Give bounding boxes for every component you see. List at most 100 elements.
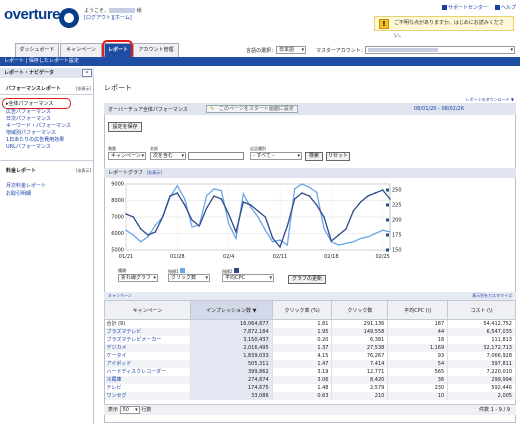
set-startpage-button[interactable]: ✎ このページをスタート画面に設定 [206, 105, 298, 113]
cell-avg-cpc: 1,169 [387, 343, 449, 352]
master-account-select[interactable] [365, 46, 515, 54]
col-clicks[interactable]: クリック数 [331, 300, 389, 320]
metric1-swatch [179, 268, 185, 273]
date-range-link[interactable]: 08/01/20 - 08/02/26 [414, 106, 464, 112]
cell-clicks: 76,267 [331, 351, 389, 360]
name-input[interactable] [188, 152, 244, 160]
cell-clicks: 12,771 [331, 367, 389, 376]
cell-campaign[interactable]: ブラズマテレビメーカー [104, 335, 191, 344]
col-ctr[interactable]: クリック率 (%) [271, 300, 333, 320]
rows-per-page-select[interactable]: 50 [119, 405, 140, 414]
home-link[interactable]: [ホーム] [113, 15, 132, 21]
clicks-point [139, 241, 142, 243]
campaign-table: キャンペーン インプレッション数 ▼ クリック率 (%) クリック数 平均CPC… [104, 300, 516, 400]
nav-daily-cost-effect[interactable]: 1日あたりの広告費用効果 [6, 137, 64, 144]
cell-campaign[interactable]: 冷蔵庫 [104, 375, 191, 384]
reset-button[interactable]: リセット [326, 152, 350, 161]
cell-campaign[interactable]: テレビ [104, 383, 191, 392]
performance-hide-link[interactable]: [非表示] [76, 86, 91, 92]
nav-regional-performance[interactable]: 地域別パフォーマンス [6, 130, 56, 137]
tab-account-management[interactable]: アカウント管理 [133, 43, 179, 57]
cell-clicks: 8,420 [331, 375, 389, 384]
avg-cpc-point [213, 195, 215, 197]
cell-clicks: 7,414 [331, 359, 389, 368]
cell-campaign[interactable]: ケータイ [104, 351, 191, 360]
subnav: レポート | 保存したレポート設定 [4, 58, 79, 64]
y-right-tick-label: 250 [392, 188, 402, 194]
cell-impressions: 7,872,184 [190, 327, 273, 336]
clicks-point [227, 222, 230, 225]
level-select[interactable]: キャンペーン [108, 152, 146, 160]
avg-cpc-point [301, 192, 303, 194]
update-graph-button[interactable]: グラフの更新 [288, 275, 326, 284]
clicks-point [367, 236, 369, 238]
metric2-select[interactable]: 平均CPC [222, 274, 274, 282]
avg-cpc-point [147, 234, 149, 236]
table-total-row: 合計 (9) 16,064,877 1.81 291,136 187 54,412,752 [104, 319, 516, 328]
nav-daily-performance[interactable]: 日次パフォーマンス [6, 116, 51, 123]
cell-campaign: 合計 (9) [104, 319, 191, 328]
table-row: デジカメ 2,016,495 1.37 27,538 1,169 32,172,713 [104, 343, 516, 352]
cell-campaign[interactable]: ワンセグ [104, 391, 191, 400]
y-left-tick-label: 8000 [111, 198, 124, 204]
logout-link[interactable]: [ログアウト] [84, 15, 113, 21]
tab-campaigns[interactable]: キャンペーン [60, 43, 102, 57]
cell-cost: 32,172,713 [447, 343, 516, 352]
avg-cpc-point [293, 198, 296, 200]
nav-transactions[interactable]: お取引明細 [6, 191, 31, 198]
cell-campaign[interactable]: アイポッド [104, 359, 191, 368]
avg-cpc-point [359, 201, 362, 203]
help-link[interactable]: ヘルプ [494, 5, 516, 11]
avg-cpc-point [315, 204, 318, 206]
col-avg-cpc[interactable]: 平均CPC (\) [387, 300, 449, 320]
cell-campaign[interactable]: ハードディスクレコーダー [104, 367, 191, 376]
campaign-table-body: 合計 (9) 16,064,877 1.81 291,136 187 54,412,752… [104, 319, 516, 400]
divider [0, 94, 94, 95]
support-link[interactable]: サポートセンター [441, 5, 488, 11]
subnav-reports[interactable]: レポート [4, 58, 24, 64]
y-right-tick-label: 200 [392, 218, 402, 224]
customize-columns-link[interactable]: 表示列をカスタマイズ [472, 292, 512, 300]
clicks-point [183, 198, 186, 200]
cell-cost: 6,547,035 [447, 327, 516, 336]
notice-banner[interactable]: ! ご不明な点がありますか。はじめにお読みください。 [374, 16, 514, 39]
billing-hide-link[interactable]: [非表示] [76, 168, 91, 174]
avg-cpc-point [169, 195, 171, 197]
col-impressions[interactable]: インプレッション数 ▼ [189, 300, 273, 320]
subnav-saved-settings[interactable]: 保存したレポート設定 [29, 58, 79, 64]
cell-avg-cpc: 565 [387, 367, 449, 376]
collapse-icon[interactable]: « [82, 69, 92, 77]
nav-url-performance[interactable]: URLパフォーマンス [6, 144, 51, 151]
cell-cost: 2,005 [447, 391, 516, 400]
avg-cpc-point [161, 216, 164, 218]
col-campaign[interactable]: キャンペーン [104, 300, 191, 320]
cell-ctr: 3.19 [272, 367, 333, 376]
graph-hide-link[interactable]: [非表示] [147, 170, 162, 175]
chart-type-select[interactable]: 折れ線グラフ [118, 274, 158, 282]
nav-ad-performance[interactable]: 広告パフォーマンス [6, 109, 51, 116]
clicks-point [213, 188, 215, 190]
tab-dashboard[interactable]: ダッシュボード [15, 43, 59, 57]
cell-campaign[interactable]: デジカメ [104, 343, 191, 352]
cell-impressions: 16,064,877 [190, 319, 273, 328]
report-line-chart: 5000 6000 7000 8000 9000 150 175 200 225 250 01/21… [111, 182, 402, 261]
metric1-select[interactable]: クリック数 [168, 274, 210, 282]
language-select[interactable]: 日本語 [276, 46, 306, 54]
search-button[interactable]: 検索 [305, 152, 323, 161]
y-right-marker [386, 248, 389, 252]
clicks-point [301, 183, 303, 185]
page-info: 件数 1 - 9 / 9 [479, 407, 510, 413]
name-match-select[interactable]: 次を含む [150, 152, 186, 160]
avg-cpc-point [330, 240, 333, 242]
language-label: 言語の選択： [246, 48, 277, 54]
save-settings-button[interactable]: 設定を保存 [108, 122, 142, 132]
avg-cpc-point [286, 225, 289, 227]
cell-campaign[interactable]: ブラズマテレビ [104, 327, 191, 336]
avg-cpc-point [367, 195, 369, 197]
nav-keyword-performance[interactable]: キーワード・パフォーマンス [6, 123, 71, 130]
nav-monthly-billing[interactable]: 月次料金レポート [6, 183, 46, 190]
col-cost[interactable]: コスト (\) [447, 300, 516, 320]
metric2-swatch [233, 268, 239, 273]
top-links: サポートセンター ヘルプ [435, 4, 516, 11]
ad-type-select[interactable]: - すべて - [250, 152, 302, 160]
